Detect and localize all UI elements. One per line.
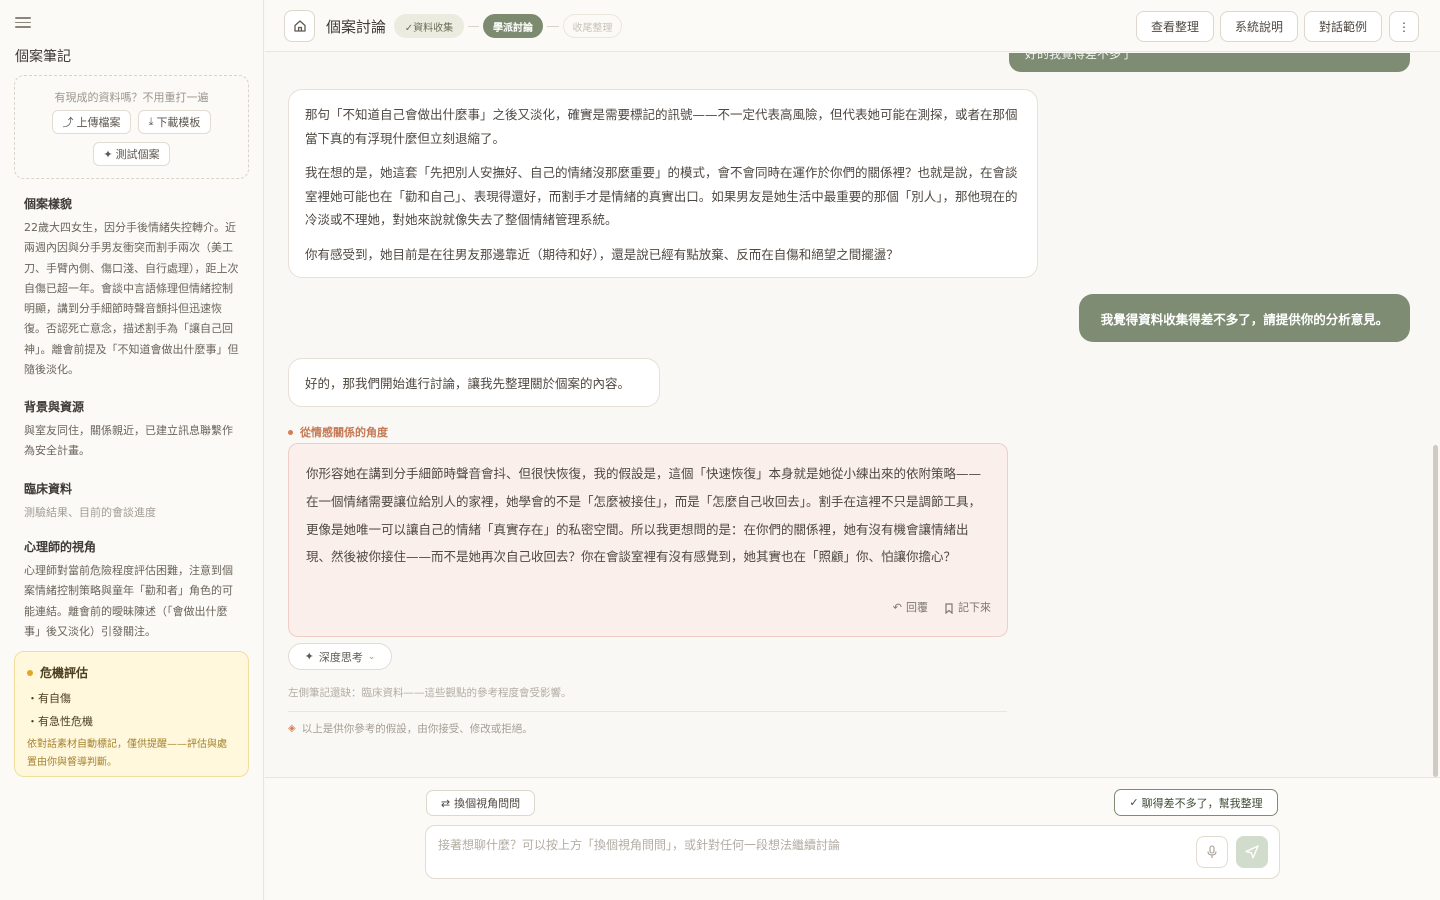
crisis-heading: 危機評估 xyxy=(27,664,236,681)
upload-icon: ⤴ xyxy=(62,116,74,129)
test-case-label: 測試個案 xyxy=(115,148,160,161)
diamond-icon: ◈ xyxy=(288,723,296,734)
home-icon xyxy=(293,20,306,32)
home-button[interactable] xyxy=(284,10,315,42)
chat-scrollbar[interactable] xyxy=(1433,445,1438,777)
composer: ⇄ 換個視角問問 ✓ 聊得差不多了，幫我整理 xyxy=(265,777,1440,900)
step-connector xyxy=(547,26,559,27)
step-school-discussion[interactable]: 學派討論 xyxy=(483,14,543,38)
section-heading: 臨床資料 xyxy=(24,482,73,496)
section-heading: 心理師的視角 xyxy=(24,540,97,554)
reply-button[interactable]: ↶ 回覆 xyxy=(893,594,928,622)
warning-dot-icon xyxy=(27,669,33,676)
crisis-assessment-card: 危機評估 ・有自傷 ・有急性危機 依對話素材自動標記，僅供提醒——評估與處置由你… xyxy=(14,651,249,777)
deep-think-label: 深度思考 xyxy=(318,650,363,664)
system-guide-button[interactable]: 系統說明 xyxy=(1220,11,1298,42)
chevron-down-icon: ⌄ xyxy=(367,651,376,662)
divider xyxy=(288,711,1007,712)
save-note-label: 記下來 xyxy=(958,601,991,615)
section-body: 22歲大四女生，因分手後情緒失控轉介。近兩週內因與分手男友衝突而割手兩次（美工刀… xyxy=(24,221,239,377)
send-icon xyxy=(1245,845,1259,859)
reply-label: 回覆 xyxy=(906,601,928,615)
summarize-label: 聊得差不多了，幫我整理 xyxy=(1141,796,1263,810)
upload-file-button[interactable]: ⤴ 上傳檔案 xyxy=(52,110,131,134)
section-body: 心理師對當前危險程度評估困難，注意到個案情緒控制策略與童年「勸和者」角色的可能連… xyxy=(24,564,233,638)
download-icon: ⤓ xyxy=(148,115,154,128)
perspective-label-text: 從情感關係的角度 xyxy=(300,426,388,439)
download-template-button[interactable]: ⤓ 下載模板 xyxy=(138,110,211,134)
view-summary-button[interactable]: 查看整理 xyxy=(1136,11,1214,42)
perspective-dot-icon xyxy=(288,429,293,435)
assistant-message: 好的，那我們開始進行討論，讓我先整理關於個案的內容。 xyxy=(288,358,660,407)
perspective-text: 你形容她在講到分手細節時聲音會抖、但很快恢復，我的假設是，這個「快速恢復」本身就… xyxy=(306,466,982,565)
message-paragraph: 好的，那我們開始進行討論，讓我先整理關於個案的內容。 xyxy=(305,376,631,391)
perspective-label: 從情感關係的角度 xyxy=(288,424,388,440)
crisis-heading-text: 危機評估 xyxy=(40,666,89,680)
upload-file-label: 上傳檔案 xyxy=(76,116,121,129)
top-bar: 個案討論 ✓資料收集 學派討論 收尾整理 查看整理 系統說明 對話範例 ⋮ xyxy=(265,0,1440,52)
section-heading: 個案樣貌 xyxy=(24,197,73,211)
section-clinical-data[interactable]: 臨床資料 測驗結果、目前的會談進度 xyxy=(24,480,240,523)
menu-icon[interactable] xyxy=(15,14,31,30)
page-title: 個案討論 xyxy=(326,18,387,36)
message-input-wrapper xyxy=(425,825,1280,879)
swap-icon: ⇄ xyxy=(440,796,451,810)
sparkle-icon: ✦ xyxy=(103,147,113,161)
upload-hint: 有現成的資料嗎？不用重打一遍 xyxy=(54,91,209,104)
user-message-previous: 好的我覺得差不多了 xyxy=(1009,53,1410,72)
crisis-note: 依對話素材自動標記，僅供提醒——評估與處置由你與督導判斷。 xyxy=(27,739,227,768)
section-body: 測驗結果、目前的會談進度 xyxy=(24,506,156,519)
save-note-button[interactable]: 記下來 xyxy=(944,594,991,622)
message-paragraph: 你有感受到，她目前是在往男友那邊靠近（期待和好），還是說已經有點放棄、反而在自傷… xyxy=(305,246,899,262)
section-background: 背景與資源 與室友同住，關係親近，已建立訊息聯繫作為安全計畫。 xyxy=(24,398,240,462)
message-paragraph: 那句「不知道自己會做出什麼事」之後又淡化，確實是需要標記的訊號——不一定代表高風… xyxy=(305,107,1018,146)
disclaimer-text: 以上是供你參考的假設，由你接受、修改或拒絕。 xyxy=(301,723,533,735)
test-case-button[interactable]: ✦ 測試個案 xyxy=(93,142,170,166)
sparkle-icon: ✦ xyxy=(304,650,314,663)
card-actions: ↶ 回覆 記下來 xyxy=(893,594,991,622)
sidebar: 個案筆記 有現成的資料嗎？不用重打一遍 ⤴ 上傳檔案 ⤓ 下載模板 ✦ 測試個案… xyxy=(0,0,264,900)
perspective-card: 你形容她在講到分手細節時聲音會抖、但很快恢復，我的假設是，這個「快速恢復」本身就… xyxy=(288,443,1008,637)
user-message: 我覺得資料收集得差不多了，請提供你的分析意見。 xyxy=(1079,294,1410,342)
crisis-item: ・有急性危機 xyxy=(27,715,93,728)
user-message-text: 好的我覺得差不多了 xyxy=(1025,53,1134,61)
step-wrap-up[interactable]: 收尾整理 xyxy=(563,14,622,38)
crisis-item-text: 有自傷 xyxy=(38,692,71,705)
send-button[interactable] xyxy=(1236,836,1268,868)
mic-icon xyxy=(1207,845,1217,858)
missing-data-note: 左側筆記還缺：臨床資料——這些觀點的參考程度會受影響。 xyxy=(288,687,572,699)
upload-dropzone[interactable]: 有現成的資料嗎？不用重打一遍 ⤴ 上傳檔案 ⤓ 下載模板 ✦ 測試個案 xyxy=(14,75,249,179)
bookmark-icon xyxy=(945,602,953,614)
deep-think-button[interactable]: ✦ 深度思考 ⌄ xyxy=(288,643,392,670)
assistant-message: 那句「不知道自己會做出什麼事」之後又淡化，確實是需要標記的訊號——不一定代表高風… xyxy=(288,89,1038,278)
disclaimer: ◈ 以上是供你參考的假設，由你接受、修改或拒絕。 xyxy=(288,721,533,736)
crisis-item-text: 有急性危機 xyxy=(38,715,93,728)
step-data-collection[interactable]: ✓資料收集 xyxy=(394,14,464,38)
section-case-profile: 個案樣貌 22歲大四女生，因分手後情緒失控轉介。近兩週內因與分手男友衝突而割手兩… xyxy=(24,195,240,380)
reply-icon: ↶ xyxy=(892,601,902,615)
summarize-button[interactable]: ✓ 聊得差不多了，幫我整理 xyxy=(1114,789,1278,816)
download-template-label: 下載模板 xyxy=(156,116,201,129)
chat-area[interactable]: 好的我覺得差不多了 那句「不知道自己會做出什麼事」之後又淡化，確實是需要標記的訊… xyxy=(265,53,1440,777)
switch-perspective-label: 換個視角問問 xyxy=(454,797,521,810)
crisis-item: ・有自傷 xyxy=(27,692,71,705)
sidebar-title: 個案筆記 xyxy=(15,49,71,65)
mic-button[interactable] xyxy=(1196,836,1228,868)
section-heading: 背景與資源 xyxy=(24,400,85,414)
step-connector xyxy=(468,26,479,27)
section-body: 與室友同住，關係親近，已建立訊息聯繫作為安全計畫。 xyxy=(24,424,233,458)
section-therapist-view: 心理師的視角 心理師對當前危險程度評估困難，注意到個案情緒控制策略與童年「勸和者… xyxy=(24,538,240,642)
message-paragraph: 我在想的是，她這套「先把別人安撫好、自己的情緒沒那麼重要」的模式，會不會同時在運… xyxy=(305,165,1018,227)
dialog-example-button[interactable]: 對話範例 xyxy=(1304,11,1382,42)
check-icon: ✓ xyxy=(1129,796,1139,809)
message-input[interactable] xyxy=(438,836,1188,866)
more-options-button[interactable]: ⋮ xyxy=(1389,11,1419,42)
switch-perspective-button[interactable]: ⇄ 換個視角問問 xyxy=(426,790,535,816)
